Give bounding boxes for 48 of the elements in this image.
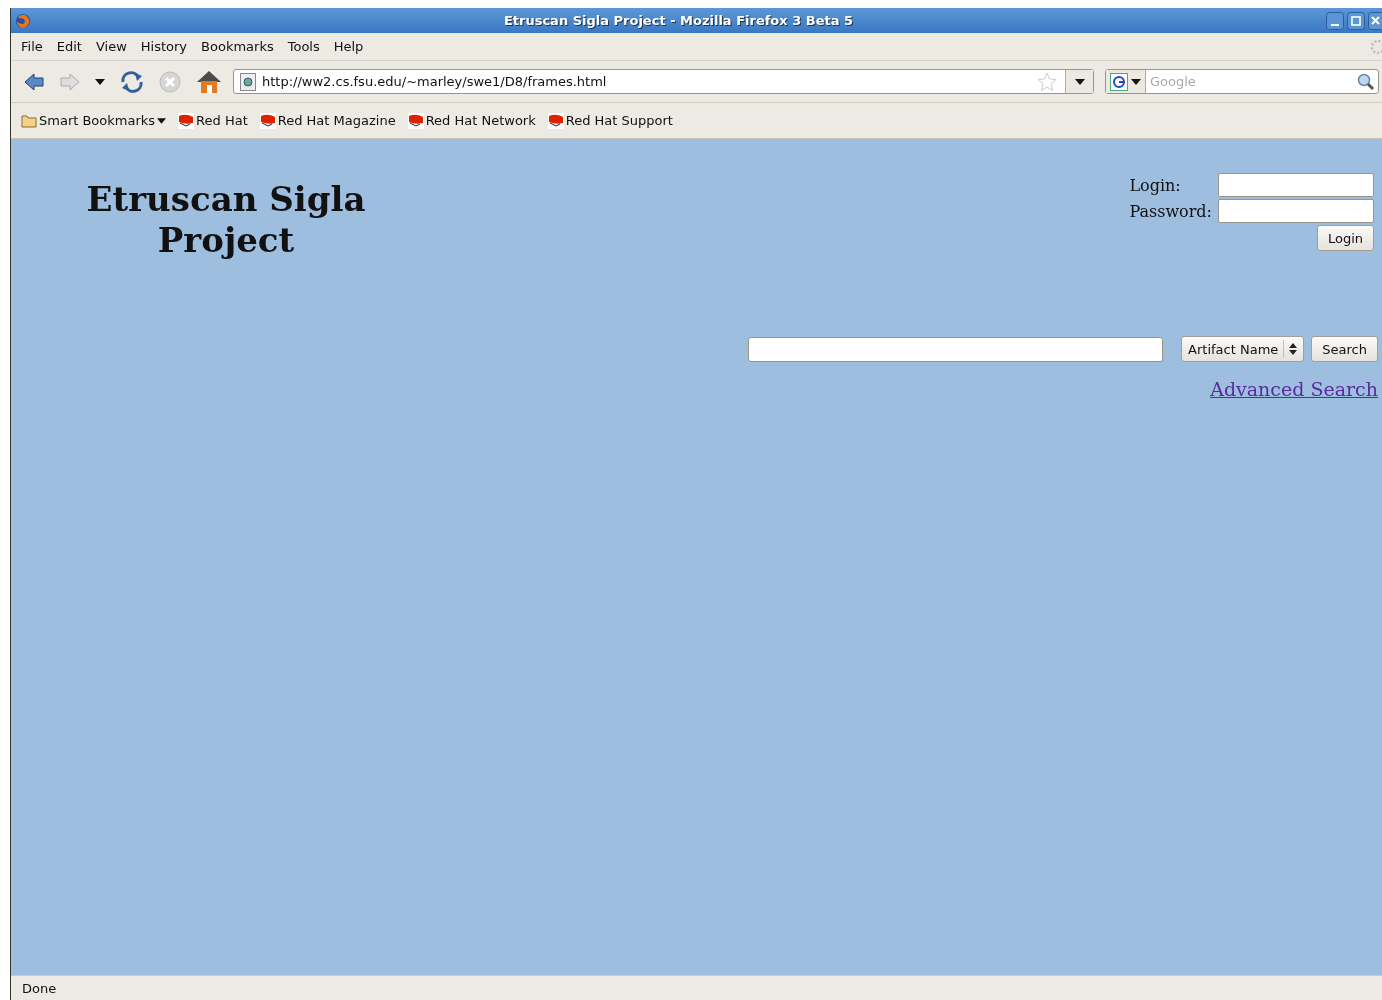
hat-icon <box>259 112 276 129</box>
history-dropdown-button[interactable] <box>1065 70 1093 93</box>
page-heading: Etruscan Sigla Project <box>85 179 367 261</box>
menu-item[interactable]: Tools <box>287 39 320 54</box>
search-icon[interactable] <box>1357 72 1375 91</box>
address-field[interactable]: http://ww2.cs.fsu.edu/~marley/swe1/D8/frames.html <box>233 69 1094 94</box>
caret-icon <box>1131 78 1141 85</box>
window-title: Etruscan Sigla Project - Mozilla Firefox 3 Beta 5 <box>502 13 855 28</box>
password-label: Password: <box>1129 201 1212 221</box>
login-button[interactable]: Login <box>1316 225 1374 251</box>
login-label: Login: <box>1129 175 1182 195</box>
maximize-icon[interactable] <box>1347 11 1365 30</box>
search-bar[interactable]: Google <box>1105 69 1379 94</box>
menu-item[interactable]: Edit <box>56 39 82 54</box>
hat-icon <box>178 112 195 129</box>
status-text: Done <box>22 980 57 996</box>
search-engine-button[interactable] <box>1106 70 1146 93</box>
hat-icon <box>407 112 424 129</box>
star-icon[interactable] <box>1037 71 1057 92</box>
password-field[interactable] <box>1218 199 1374 223</box>
folder-icon <box>21 113 37 128</box>
caret-icon <box>1074 78 1085 85</box>
page-icon <box>240 72 256 91</box>
menu-item[interactable]: Bookmarks <box>201 39 274 54</box>
bookmark-link[interactable]: Red Hat Network <box>407 112 536 129</box>
advanced-search-link[interactable]: Advanced Search <box>1210 378 1378 400</box>
menu-item[interactable]: Help <box>333 39 364 54</box>
search-type-dropdown[interactable]: Artifact Name <box>1181 336 1305 362</box>
back-icon[interactable] <box>23 71 45 92</box>
bookmark-link[interactable]: Red Hat Magazine <box>259 112 396 129</box>
caret-icon <box>157 117 167 124</box>
bookmark-link[interactable]: Red Hat Support <box>547 112 673 129</box>
up-down-arrows-icon <box>1289 343 1298 355</box>
activity-indicator-icon <box>1370 38 1382 55</box>
bookmark-folder[interactable]: Smart Bookmarks <box>21 113 167 128</box>
search-button[interactable]: Search <box>1311 336 1378 362</box>
menu-item[interactable]: History <box>140 39 188 54</box>
bookmark-link[interactable]: Red Hat <box>178 112 248 129</box>
close-icon[interactable] <box>1368 11 1382 30</box>
minimize-icon[interactable] <box>1326 11 1344 30</box>
hat-icon <box>547 112 564 129</box>
menu-item[interactable]: View <box>95 39 127 54</box>
caret-icon[interactable] <box>95 78 105 85</box>
search-field[interactable] <box>748 336 1164 362</box>
login-field[interactable] <box>1218 173 1374 197</box>
reload-icon[interactable] <box>119 69 145 94</box>
menu-item[interactable]: File <box>21 39 43 54</box>
home-icon[interactable] <box>195 68 223 95</box>
